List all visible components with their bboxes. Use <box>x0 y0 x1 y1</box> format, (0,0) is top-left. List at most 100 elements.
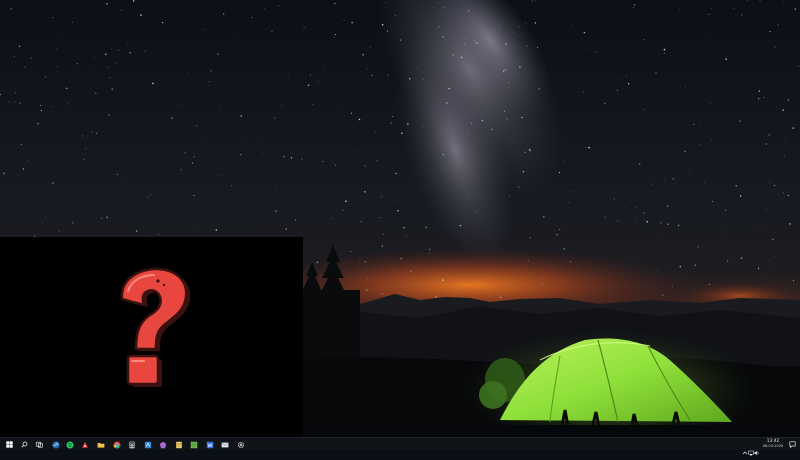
taskbar-mail-button[interactable] <box>218 439 231 450</box>
star <box>570 261 572 263</box>
taskbar-app-blue-button[interactable] <box>141 439 154 450</box>
star <box>733 8 735 10</box>
taskbar-steam-button[interactable] <box>49 439 62 450</box>
star <box>758 98 760 100</box>
star <box>684 150 686 153</box>
star <box>491 128 493 130</box>
star <box>236 61 237 62</box>
star <box>558 171 561 174</box>
taskbar-app-purple-button[interactable] <box>156 439 169 450</box>
star <box>460 56 463 59</box>
star <box>381 245 383 247</box>
star <box>429 83 430 85</box>
star <box>643 212 645 214</box>
star <box>317 80 319 82</box>
star <box>152 82 154 85</box>
star <box>443 6 445 8</box>
star <box>570 130 571 132</box>
star <box>146 196 148 198</box>
star <box>678 224 680 226</box>
star <box>316 261 318 263</box>
star <box>274 117 276 119</box>
star <box>495 42 496 44</box>
star <box>151 194 153 196</box>
star <box>15 101 17 103</box>
star <box>129 51 131 54</box>
star <box>506 118 508 120</box>
star <box>231 185 233 187</box>
star <box>210 70 212 72</box>
star <box>265 57 266 58</box>
star <box>91 65 93 67</box>
star <box>798 65 800 67</box>
star <box>781 294 783 296</box>
star <box>514 281 516 283</box>
desktop[interactable] <box>0 0 800 437</box>
star <box>471 122 472 124</box>
taskbar-task-view-button[interactable] <box>33 439 46 450</box>
star <box>442 36 444 38</box>
taskbar-settings-button[interactable] <box>234 439 247 450</box>
clock[interactable]: 13:42 06.03.2020 <box>758 438 788 451</box>
notification-icon <box>789 441 796 448</box>
star <box>521 116 523 119</box>
star <box>390 122 392 124</box>
preview-window[interactable] <box>0 237 303 437</box>
star <box>693 123 695 125</box>
taskbar-file-explorer-button[interactable] <box>94 439 107 450</box>
star <box>259 141 261 142</box>
star <box>140 14 142 16</box>
taskbar-app-red-button[interactable] <box>78 439 91 450</box>
star <box>161 21 164 24</box>
star <box>56 66 58 67</box>
taskbar-spreadsheet-button[interactable] <box>187 439 200 450</box>
star <box>528 148 531 151</box>
folder-icon <box>97 441 105 449</box>
taskbar-notes-button[interactable] <box>172 439 185 450</box>
star <box>220 175 222 176</box>
star <box>409 270 412 273</box>
star <box>89 98 91 99</box>
notification-button[interactable] <box>786 439 799 450</box>
star <box>769 30 771 33</box>
star <box>699 122 700 124</box>
star <box>240 115 242 117</box>
star <box>390 87 392 89</box>
star <box>525 261 527 263</box>
star <box>727 225 728 227</box>
taskbar-start-button[interactable] <box>3 439 16 450</box>
star <box>184 151 186 154</box>
star <box>636 207 638 209</box>
star <box>123 179 125 180</box>
taskbar-word-button[interactable] <box>203 439 216 450</box>
taskbar-calculator-button[interactable] <box>125 439 138 450</box>
star <box>403 227 405 229</box>
star <box>663 53 665 54</box>
star <box>771 238 774 241</box>
taskbar-chrome-button[interactable] <box>110 439 123 450</box>
star <box>505 43 507 45</box>
chrome-icon <box>113 441 121 449</box>
taskbar-spotify-button[interactable] <box>63 439 76 450</box>
star <box>111 88 113 90</box>
star <box>667 223 669 225</box>
star <box>588 146 590 149</box>
star <box>240 154 242 156</box>
star <box>787 98 790 101</box>
star <box>735 185 737 187</box>
star <box>497 75 499 77</box>
clock-date: 06.03.2020 <box>762 444 784 448</box>
star <box>215 229 218 231</box>
star <box>759 226 761 228</box>
star <box>310 74 311 76</box>
star <box>615 217 617 219</box>
star <box>22 168 25 170</box>
question-mark-icon <box>120 267 191 387</box>
star <box>220 105 222 107</box>
star <box>509 196 510 197</box>
star <box>364 261 366 263</box>
star <box>768 134 771 136</box>
star <box>628 83 630 85</box>
star <box>438 26 440 28</box>
taskbar-search-button[interactable] <box>18 439 31 450</box>
